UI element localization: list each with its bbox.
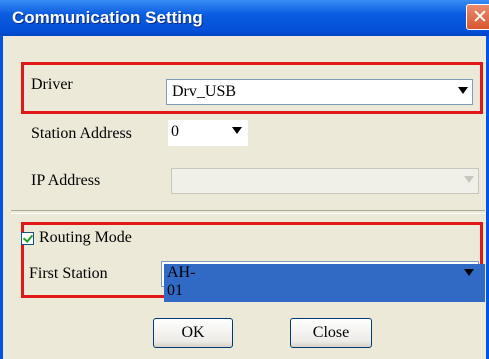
driver-value: Drv_USB [172, 83, 237, 100]
first-station-dropdown[interactable]: AH-01 [161, 261, 486, 302]
title-bar[interactable]: Communication Setting ✕ [0, 0, 489, 36]
close-icon: ✕ [472, 6, 488, 28]
ip-address-label: IP Address [31, 172, 101, 189]
chevron-down-icon [232, 127, 242, 134]
driver-label: Driver [31, 76, 73, 93]
first-station-value: AH-01 [164, 264, 486, 302]
station-address-dropdown[interactable]: 0 [168, 120, 248, 146]
station-address-label: Station Address [31, 125, 132, 142]
dialog-title: Communication Setting [12, 8, 203, 27]
station-address-value: 0 [171, 123, 179, 140]
routing-mode-label[interactable]: Routing Mode [39, 229, 132, 247]
close-button[interactable]: Close [290, 318, 372, 348]
separator [11, 210, 485, 214]
communication-setting-dialog: Communication Setting ✕ Driver Drv_USB S… [0, 0, 489, 359]
close-window-button[interactable]: ✕ [466, 4, 489, 30]
ok-button[interactable]: OK [153, 318, 233, 348]
routing-mode-checkbox[interactable] [21, 232, 34, 245]
ip-address-dropdown [171, 168, 479, 194]
first-station-label: First Station [29, 265, 108, 282]
chevron-down-icon [464, 269, 474, 276]
chevron-down-icon [458, 87, 468, 94]
driver-dropdown[interactable]: Drv_USB [166, 79, 473, 105]
chevron-down-icon [464, 176, 474, 183]
